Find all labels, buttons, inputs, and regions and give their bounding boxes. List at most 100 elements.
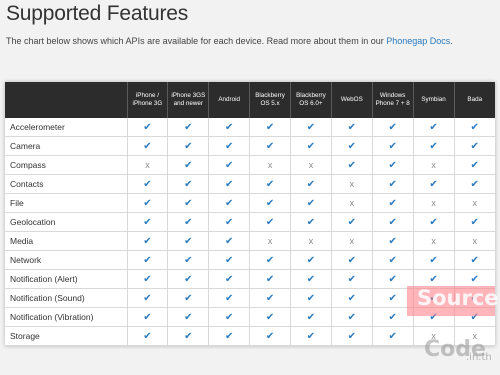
check-icon: ✔	[184, 331, 193, 342]
x-icon: x	[431, 236, 436, 246]
table-row: Accelerometer ✔ ✔ ✔ ✔ ✔ ✔ ✔ ✔ ✔	[5, 118, 495, 137]
support-cell: ✔	[167, 288, 210, 308]
x-icon: x	[431, 198, 436, 208]
support-cell: ✔	[290, 307, 332, 327]
check-icon: ✔	[470, 217, 479, 228]
check-icon: ✔	[306, 255, 316, 266]
column-header: Windows Phone 7 + 8	[372, 82, 414, 118]
column-header: iPhone / iPhone 3G	[127, 82, 169, 118]
check-icon: ✔	[184, 236, 193, 247]
x-icon: x	[267, 236, 273, 246]
table-row: Storage ✔ ✔ ✔ ✔ ✔ ✔ ✔ x x	[5, 326, 495, 346]
support-cell: ✔	[372, 250, 414, 270]
check-icon: ✔	[224, 274, 234, 285]
check-icon: ✔	[429, 179, 438, 190]
column-header: Blackberry OS 6.0+	[290, 82, 332, 118]
support-cell: ✔	[167, 155, 210, 175]
support-cell: ✔	[331, 269, 373, 289]
check-icon: ✔	[265, 274, 275, 285]
support-cell: ✔	[290, 326, 332, 346]
feature-name: Notification (Sound)	[5, 288, 128, 308]
page-title: Supported Features	[6, 2, 189, 25]
support-cell: ✔	[167, 212, 210, 232]
subtitle-end: .	[450, 36, 453, 46]
support-cell: ✔	[167, 250, 210, 270]
support-cell: ✔	[167, 118, 210, 137]
check-icon: ✔	[184, 274, 193, 285]
table-row: Compass x ✔ ✔ x x ✔ ✔ x ✔	[5, 155, 495, 175]
check-icon: ✔	[388, 160, 397, 171]
check-icon: ✔	[429, 255, 438, 266]
support-cell: ✔	[372, 118, 414, 137]
check-icon: ✔	[470, 255, 479, 266]
check-icon: ✔	[306, 217, 316, 228]
support-cell: ✔	[208, 231, 251, 251]
support-cell: ✔	[127, 118, 169, 137]
check-icon: ✔	[388, 236, 397, 247]
check-icon: ✔	[184, 141, 193, 152]
check-icon: ✔	[347, 217, 356, 228]
support-cell: ✔	[208, 212, 251, 232]
check-icon: ✔	[143, 122, 152, 133]
support-cell: ✔	[167, 231, 210, 251]
x-icon: x	[472, 236, 478, 246]
support-cell: x	[331, 174, 373, 194]
support-cell: ✔	[127, 326, 169, 346]
support-cell: x	[249, 231, 291, 251]
support-cell: ✔	[372, 136, 414, 156]
check-icon: ✔	[143, 293, 152, 304]
feature-name: Storage	[5, 326, 128, 346]
check-icon: ✔	[184, 198, 193, 209]
check-icon: ✔	[224, 236, 234, 247]
check-icon: ✔	[388, 312, 397, 323]
check-icon: ✔	[388, 217, 397, 228]
table-row: Network ✔ ✔ ✔ ✔ ✔ ✔ ✔ ✔ ✔	[5, 250, 495, 270]
support-cell: x	[454, 193, 495, 213]
support-cell: x	[413, 193, 455, 213]
check-icon: ✔	[470, 141, 479, 152]
check-icon: ✔	[347, 312, 356, 323]
check-icon: ✔	[265, 255, 275, 266]
check-icon: ✔	[306, 198, 316, 209]
support-cell: ✔	[331, 250, 373, 270]
support-cell: ✔	[413, 118, 455, 137]
column-header: Blackberry OS 5.x	[249, 82, 291, 118]
check-icon: ✔	[265, 141, 275, 152]
check-icon: ✔	[470, 122, 479, 133]
support-cell: ✔	[249, 118, 291, 137]
check-icon: ✔	[265, 312, 275, 323]
x-icon: x	[472, 198, 478, 208]
support-cell: ✔	[454, 174, 495, 194]
support-cell: ✔	[249, 136, 291, 156]
support-cell: x	[127, 155, 169, 175]
support-cell: ✔	[208, 307, 251, 327]
support-cell: ✔	[167, 193, 210, 213]
support-cell: ✔	[208, 174, 251, 194]
support-cell: x	[249, 155, 291, 175]
check-icon: ✔	[143, 236, 152, 247]
check-icon: ✔	[388, 274, 397, 285]
support-cell: ✔	[249, 288, 291, 308]
support-cell: ✔	[290, 269, 332, 289]
check-icon: ✔	[306, 331, 316, 342]
support-cell: ✔	[454, 212, 495, 232]
support-cell: ✔	[372, 231, 414, 251]
check-icon: ✔	[306, 274, 316, 285]
support-cell: ✔	[372, 174, 414, 194]
check-icon: ✔	[388, 141, 397, 152]
check-icon: ✔	[306, 122, 316, 133]
table-row: Geolocation ✔ ✔ ✔ ✔ ✔ ✔ ✔ ✔ ✔	[5, 212, 495, 232]
check-icon: ✔	[429, 122, 438, 133]
support-cell: ✔	[127, 174, 169, 194]
table-row: Camera ✔ ✔ ✔ ✔ ✔ ✔ ✔ ✔ ✔	[5, 136, 495, 156]
check-icon: ✔	[224, 217, 234, 228]
support-cell: ✔	[372, 212, 414, 232]
table-row: Media ✔ ✔ ✔ x x x ✔ x x	[5, 231, 495, 251]
feature-name: Accelerometer	[5, 118, 128, 137]
phonegap-docs-link[interactable]: Phonegap Docs	[386, 36, 450, 46]
support-cell: x	[454, 231, 495, 251]
support-cell: x	[331, 231, 373, 251]
support-cell: ✔	[208, 155, 251, 175]
check-icon: ✔	[388, 198, 397, 209]
x-icon: x	[308, 236, 314, 246]
